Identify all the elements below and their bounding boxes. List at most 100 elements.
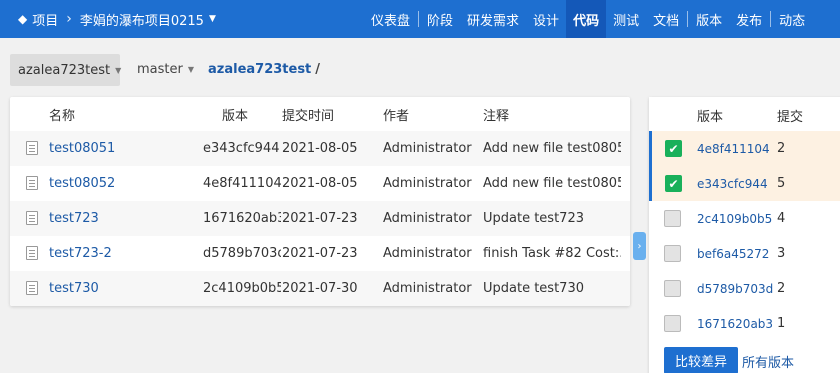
file-author: Administrator <box>383 281 472 296</box>
file-comment: Update test723 <box>483 211 584 226</box>
file-date: 2021-07-23 <box>282 246 358 261</box>
version-row[interactable]: 1671620ab3 1 <box>649 306 840 341</box>
chevron-right-icon: › <box>66 11 72 27</box>
ref-label: master <box>137 62 183 77</box>
file-version: 1671620ab3 <box>203 211 281 226</box>
version-panel: 版本 提交 ✔ 4e8f411104 2 ✔ e343cfc944 5 2c41… <box>649 97 840 373</box>
chevron-right-icon: › <box>637 240 642 252</box>
version-hash-link[interactable]: 4e8f411104 <box>697 131 770 166</box>
file-version: 2c4109b0b5 <box>203 281 281 296</box>
file-icon <box>26 141 38 155</box>
column-comment: 注释 <box>483 108 510 124</box>
version-panel-header: 版本 提交 <box>649 97 840 131</box>
version-row[interactable]: ✔ e343cfc944 5 <box>649 166 840 201</box>
main-nav: 仪表盘 阶段 研发需求 设计 代码 测试 文档 版本 发布 动态 <box>364 0 812 38</box>
ref-select[interactable]: master ▼ <box>137 62 194 77</box>
file-name-link[interactable]: test08052 <box>49 166 199 201</box>
nav-divider <box>687 11 689 27</box>
path-root-link[interactable]: azalea723test <box>208 62 311 77</box>
file-version: e343cfc944 <box>203 141 280 156</box>
checkbox[interactable] <box>664 210 681 227</box>
all-versions-link[interactable]: 所有版本 <box>742 352 794 371</box>
checkbox[interactable] <box>664 245 681 262</box>
file-version: 4e8f411104 <box>203 176 281 191</box>
file-date: 2021-07-23 <box>282 211 358 226</box>
commit-count: 2 <box>777 281 786 296</box>
commit-count: 3 <box>777 246 786 261</box>
commit-count: 5 <box>777 176 786 191</box>
caret-down-icon: ▼ <box>187 65 194 74</box>
file-date: 2021-08-05 <box>282 141 358 156</box>
column-name: 名称 <box>49 108 76 124</box>
version-hash-link[interactable]: bef6a45272 <box>697 236 769 271</box>
file-name-link[interactable]: test723 <box>49 201 199 236</box>
column-commits: 提交 <box>777 110 804 125</box>
file-version: d5789b703d <box>203 246 281 261</box>
nav-activity[interactable]: 动态 <box>772 0 812 38</box>
file-table: 名称 版本 提交时间 作者 注释 test08051 e343cfc944 20… <box>10 97 630 306</box>
table-row[interactable]: test08051 e343cfc944 2021-08-05 Administ… <box>10 131 630 166</box>
path-separator: / <box>315 62 321 77</box>
file-icon <box>26 246 38 260</box>
project-name-dropdown[interactable]: 李娟的瀑布项目0215 <box>80 10 204 29</box>
nav-version[interactable]: 版本 <box>689 0 729 38</box>
file-author: Administrator <box>383 246 472 261</box>
version-hash-link[interactable]: e343cfc944 <box>697 166 768 201</box>
nav-release[interactable]: 发布 <box>729 0 769 38</box>
nav-design[interactable]: 设计 <box>526 0 566 38</box>
file-author: Administrator <box>383 211 472 226</box>
panel-toggle-handle[interactable]: › <box>633 232 646 260</box>
nav-docs[interactable]: 文档 <box>646 0 686 38</box>
file-comment: Update test730 <box>483 281 584 296</box>
breadcrumb: ◆ 项目 › 李娟的瀑布项目0215 ▼ <box>0 10 216 29</box>
project-icon: ◆ <box>18 12 28 26</box>
version-row[interactable]: ✔ 4e8f411104 2 <box>649 131 840 166</box>
version-row[interactable]: 2c4109b0b5 4 <box>649 201 840 236</box>
table-row[interactable]: test723 1671620ab3 2021-07-23 Administra… <box>10 201 630 236</box>
repo-branch-select[interactable]: azalea723test ▼ <box>10 54 122 86</box>
nav-test[interactable]: 测试 <box>606 0 646 38</box>
file-comment: finish Task #82 Cost:... <box>483 246 621 261</box>
checkbox-checked[interactable]: ✔ <box>665 175 682 192</box>
file-comment: Add new file test08052 <box>483 176 621 191</box>
file-icon <box>26 281 38 295</box>
column-version: 版本 <box>697 110 724 125</box>
commit-count: 4 <box>777 211 786 226</box>
column-author: 作者 <box>383 108 410 124</box>
nav-requirements[interactable]: 研发需求 <box>460 0 526 38</box>
breadcrumb-project-link[interactable]: 项目 <box>32 10 58 29</box>
commit-count: 2 <box>777 141 786 156</box>
checkbox-checked[interactable]: ✔ <box>665 140 682 157</box>
version-hash-link[interactable]: 2c4109b0b5 <box>697 201 772 236</box>
table-row[interactable]: test08052 4e8f411104 2021-08-05 Administ… <box>10 166 630 201</box>
file-author: Administrator <box>383 176 472 191</box>
caret-down-icon: ▼ <box>115 65 122 75</box>
file-table-header: 名称 版本 提交时间 作者 注释 <box>10 97 630 131</box>
repo-branch-label: azalea723test <box>18 62 111 78</box>
table-row[interactable]: test723-2 d5789b703d 2021-07-23 Administ… <box>10 236 630 271</box>
checkbox[interactable] <box>664 280 681 297</box>
commit-count: 1 <box>777 316 786 331</box>
table-row[interactable]: test730 2c4109b0b5 2021-07-30 Administra… <box>10 271 630 306</box>
file-date: 2021-08-05 <box>282 176 358 191</box>
file-name-link[interactable]: test08051 <box>49 131 199 166</box>
chevron-down-icon[interactable]: ▼ <box>209 14 216 24</box>
compare-diff-button[interactable]: 比较差异 <box>664 347 738 373</box>
file-icon <box>26 211 38 225</box>
nav-divider <box>770 11 772 27</box>
nav-divider <box>418 11 420 27</box>
nav-dashboard[interactable]: 仪表盘 <box>364 0 417 38</box>
version-hash-link[interactable]: 1671620ab3 <box>697 306 773 341</box>
nav-code[interactable]: 代码 <box>566 0 607 38</box>
file-date: 2021-07-30 <box>282 281 358 296</box>
version-row[interactable]: d5789b703d 2 <box>649 271 840 306</box>
file-icon <box>26 176 38 190</box>
nav-stage[interactable]: 阶段 <box>420 0 460 38</box>
file-name-link[interactable]: test730 <box>49 271 199 306</box>
file-name-link[interactable]: test723-2 <box>49 236 199 271</box>
file-comment: Add new file test08051 <box>483 141 621 156</box>
file-author: Administrator <box>383 141 472 156</box>
version-row[interactable]: bef6a45272 3 <box>649 236 840 271</box>
checkbox[interactable] <box>664 315 681 332</box>
version-hash-link[interactable]: d5789b703d <box>697 271 773 306</box>
